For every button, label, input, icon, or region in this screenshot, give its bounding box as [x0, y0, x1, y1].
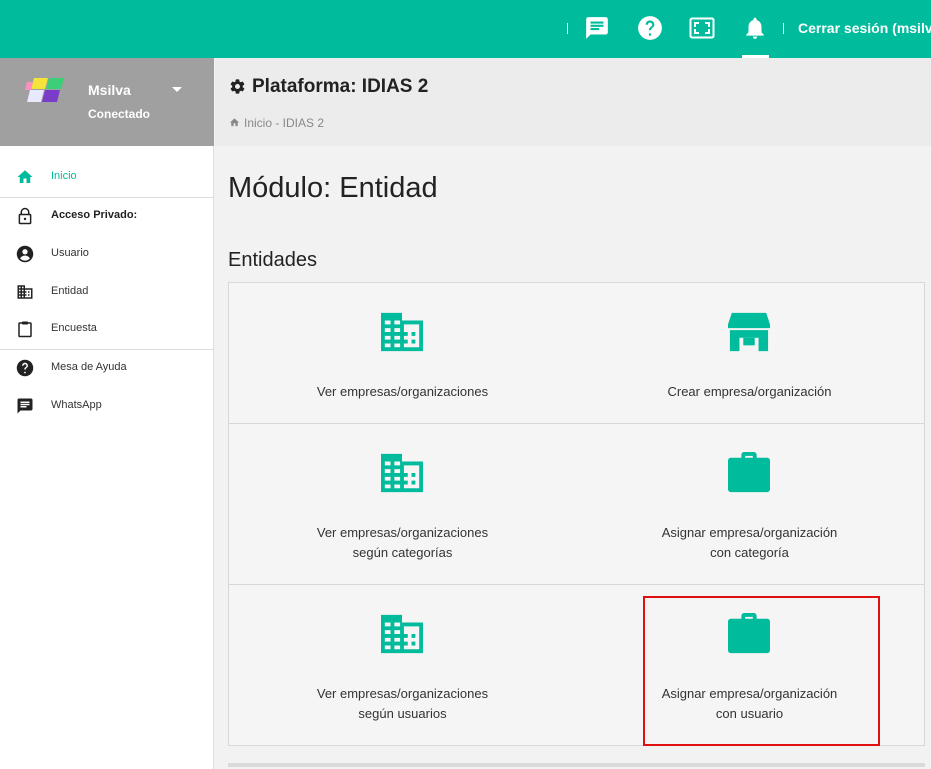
app-logo — [25, 78, 64, 102]
card-label: con usuario — [715, 706, 784, 721]
store-icon — [726, 311, 772, 353]
breadcrumb-text[interactable]: Inicio - IDIAS 2 — [244, 116, 324, 130]
briefcase-icon — [726, 613, 772, 655]
bell-icon[interactable] — [742, 15, 768, 41]
asignar-empresa-categoria-card[interactable]: Asignar empresa/organización con categor… — [576, 424, 923, 584]
card-label: Ver empresas/organizaciones — [316, 384, 489, 399]
chat-icon — [16, 397, 34, 415]
user-icon — [16, 245, 34, 263]
card-label: Ver empresas/organizaciones — [316, 525, 489, 540]
building-icon — [379, 311, 425, 353]
card-label: Ver empresas/organizaciones — [316, 686, 489, 701]
card-label: según categorías — [352, 545, 453, 560]
sidebar-item-label: Mesa de Ayuda — [51, 361, 127, 373]
briefcase-icon — [726, 452, 772, 494]
card-label: Asignar empresa/organización — [661, 525, 838, 540]
crear-empresa-card[interactable]: Crear empresa/organización — [576, 283, 923, 423]
ver-empresas-usuarios-card[interactable]: Ver empresas/organizaciones según usuari… — [229, 585, 576, 745]
page-header: Plataforma: IDIAS 2 Inicio - IDIAS 2 — [215, 58, 931, 146]
logout-link[interactable]: Cerrar sesión (msilva) — [798, 20, 931, 36]
gear-icon — [230, 79, 245, 94]
home-icon — [229, 118, 240, 127]
sidebar-item-inicio[interactable]: Inicio — [0, 158, 214, 196]
sidebar-item-label: Entidad — [51, 285, 89, 297]
sidebar-item-entidad[interactable]: Entidad — [0, 273, 214, 311]
top-bar: Cerrar sesión (msilva) — [0, 0, 931, 58]
breadcrumb[interactable]: Inicio - IDIAS 2 — [229, 116, 324, 130]
module-title: Módulo: Entidad — [228, 172, 438, 204]
user-profile: Msilva Conectado — [0, 58, 214, 146]
asignar-empresa-usuario-card[interactable]: Asignar empresa/organización con usuario — [576, 585, 923, 745]
section-title: Entidades — [228, 249, 317, 271]
sidebar-item-usuario[interactable]: Usuario — [0, 235, 214, 273]
sidebar-item-label: Usuario — [51, 247, 89, 259]
sidebar-item-encuesta[interactable]: Encuesta — [0, 310, 214, 348]
card-label: Crear empresa/organización — [667, 384, 832, 399]
page-title: Plataforma: IDIAS 2 — [252, 76, 429, 97]
chat-icon[interactable] — [584, 15, 610, 41]
sidebar: Msilva Conectado Inicio Acceso Privado: … — [0, 58, 214, 769]
sidebar-heading-acceso-privado: Acceso Privado: — [0, 197, 214, 235]
card-label: según usuarios — [358, 706, 447, 721]
home-icon — [16, 168, 34, 186]
chevron-down-icon[interactable] — [172, 87, 182, 92]
sidebar-item-label: Acceso Privado: — [51, 209, 138, 221]
topbar-separator — [567, 23, 568, 34]
user-name: Msilva — [88, 82, 131, 98]
lock-icon — [16, 207, 34, 225]
sidebar-item-label: WhatsApp — [51, 399, 102, 411]
ver-empresas-categorias-card[interactable]: Ver empresas/organizaciones según catego… — [229, 424, 576, 584]
help-icon — [16, 359, 34, 377]
ver-empresas-card[interactable]: Ver empresas/organizaciones — [229, 283, 576, 423]
clipboard-icon — [16, 320, 34, 338]
help-icon[interactable] — [637, 15, 663, 41]
scroll-edge — [228, 763, 925, 767]
card-label: con categoría — [710, 545, 789, 560]
building-icon — [379, 452, 425, 494]
building-icon — [379, 613, 425, 655]
sidebar-item-label: Encuesta — [51, 322, 97, 334]
card-label: Asignar empresa/organización — [661, 686, 838, 701]
building-icon — [16, 283, 34, 301]
user-status: Conectado — [88, 107, 151, 121]
sidebar-item-mesa-de-ayuda[interactable]: Mesa de Ayuda — [0, 349, 214, 387]
sidebar-item-label: Inicio — [51, 170, 77, 182]
fullscreen-icon[interactable] — [689, 15, 715, 41]
entity-action-grid: Ver empresas/organizaciones Crear empres… — [228, 282, 925, 746]
topbar-separator — [783, 23, 784, 34]
sidebar-item-whatsapp[interactable]: WhatsApp — [0, 387, 214, 425]
